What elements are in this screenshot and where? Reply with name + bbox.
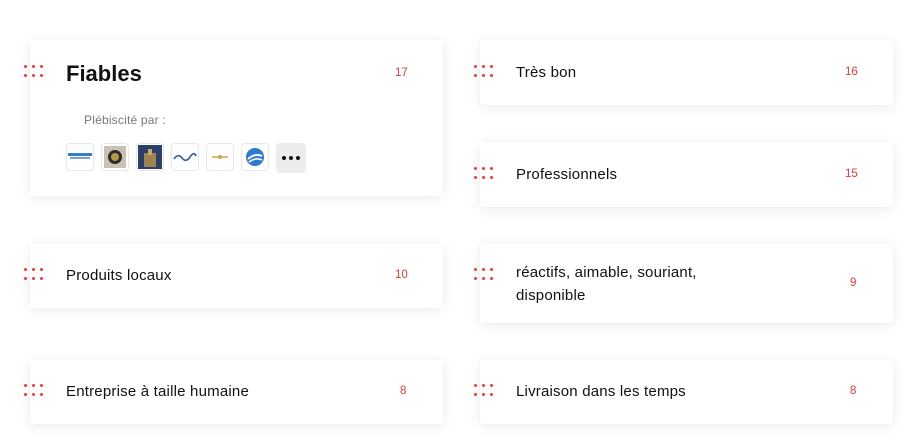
tag-count: 8 <box>400 385 407 397</box>
endorser-logos <box>66 143 306 173</box>
round-emblem-logo-icon[interactable] <box>101 143 129 171</box>
tag-count: 8 <box>850 385 857 397</box>
tag-title: Fiables <box>66 61 142 86</box>
tag-label: Produits locaux <box>66 267 172 284</box>
drag-handle-icon[interactable] <box>474 65 494 79</box>
tag-label: Professionnels <box>516 166 618 183</box>
tag-count: 10 <box>395 269 408 281</box>
tag-label: Très bon <box>516 64 577 81</box>
drag-handle-icon[interactable] <box>474 268 494 282</box>
tag-label: réactifs, aimable, souriant, disponible <box>516 264 697 304</box>
drag-handle-icon[interactable] <box>474 384 494 398</box>
ellipsis-icon[interactable] <box>276 143 306 173</box>
tag-count: 9 <box>850 277 857 289</box>
blue-globe-logo-icon[interactable] <box>241 143 269 171</box>
drag-handle-icon[interactable] <box>24 268 44 282</box>
drag-handle-icon[interactable] <box>24 384 44 398</box>
tag-count: 17 <box>395 67 408 79</box>
building-photo-logo-icon[interactable] <box>136 143 164 171</box>
gold-emblem-logo-icon[interactable] <box>206 143 234 171</box>
endorsed-by-label: Plébiscité par : <box>84 113 166 127</box>
trident-logo-icon[interactable] <box>66 143 94 171</box>
script-brand-logo-icon[interactable] <box>171 143 199 171</box>
tag-count: 16 <box>845 66 858 78</box>
tag-label: Livraison dans les temps <box>516 383 686 400</box>
tag-count: 15 <box>845 168 858 180</box>
drag-handle-icon[interactable] <box>474 167 494 181</box>
drag-handle-icon[interactable] <box>24 65 44 79</box>
tag-label: Entreprise à taille humaine <box>66 383 249 400</box>
